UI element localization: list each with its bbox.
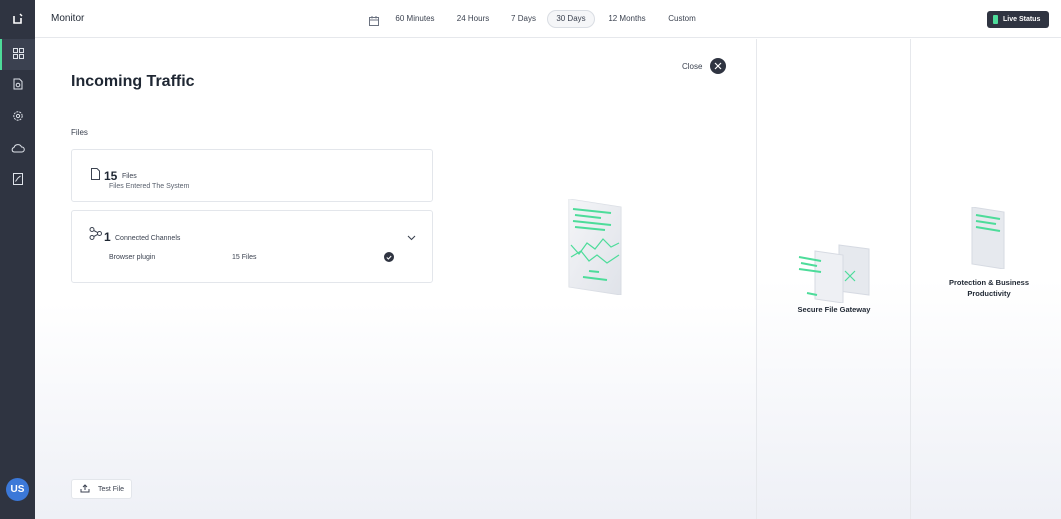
range-24-hours[interactable]: 24 Hours — [452, 10, 494, 28]
sidebar-item-settings[interactable] — [0, 102, 35, 133]
check-icon — [384, 252, 394, 262]
files-card: 15 Files Files Entered The System — [71, 149, 433, 202]
protection-illustration — [970, 206, 1006, 274]
test-file-label: Test File — [98, 485, 125, 493]
upload-icon — [80, 483, 90, 495]
app-logo[interactable] — [0, 0, 35, 38]
sidebar-item-cloud[interactable] — [0, 133, 35, 164]
close-button[interactable]: Close — [682, 58, 727, 74]
range-7-days[interactable]: 7 Days — [507, 10, 540, 28]
sidebar-item-reports[interactable] — [0, 165, 35, 196]
channel-files: 15 Files — [232, 254, 257, 261]
channels-icon — [89, 227, 102, 245]
files-section-label: Files — [71, 128, 88, 137]
close-label: Close — [682, 61, 703, 71]
range-12-months[interactable]: 12 Months — [603, 10, 651, 28]
sidebar-item-dashboard[interactable] — [0, 39, 35, 70]
channel-name: Browser plugin — [109, 254, 156, 261]
protection-label: Protection & Business Productivity — [948, 278, 1030, 298]
report-icon — [12, 172, 23, 190]
stage-secure-file-gateway[interactable]: Secure File Gateway — [756, 39, 910, 519]
calendar-icon[interactable] — [369, 13, 379, 31]
sidebar-item-files[interactable] — [0, 70, 35, 101]
battery-icon — [993, 15, 998, 24]
chevron-down-icon[interactable] — [407, 228, 416, 246]
stage-protection[interactable]: Protection & Business Productivity — [910, 39, 1061, 519]
sidebar: US — [0, 0, 35, 519]
file-icon — [91, 167, 100, 185]
channels-unit: Connected Channels — [115, 235, 181, 242]
cloud-icon — [11, 140, 25, 158]
channels-count: 1 — [104, 230, 111, 244]
gateway-illustration — [795, 241, 875, 308]
user-avatar[interactable]: US — [6, 478, 29, 501]
live-status-button[interactable]: Live Status — [987, 11, 1049, 28]
page-title: Monitor — [51, 13, 85, 24]
gear-icon — [12, 109, 24, 127]
files-count: 15 — [104, 169, 118, 183]
range-30-days[interactable]: 30 Days — [547, 10, 595, 28]
grid-icon — [13, 46, 24, 64]
incoming-traffic-panel: Incoming Traffic Close Files 15 Files Fi… — [35, 39, 756, 519]
range-60-minutes[interactable]: 60 Minutes — [390, 10, 440, 28]
file-check-icon — [13, 77, 23, 95]
files-unit: Files — [122, 173, 137, 180]
test-file-button[interactable]: Test File — [71, 479, 132, 499]
close-icon[interactable] — [710, 58, 727, 74]
top-bar: Monitor 60 Minutes 24 Hours 7 Days 30 Da… — [35, 0, 1061, 38]
channels-card[interactable]: 1 Connected Channels Browser plugin 15 F… — [71, 210, 433, 283]
panel-title: Incoming Traffic — [71, 73, 195, 90]
gateway-label: Secure File Gateway — [797, 305, 871, 314]
range-custom[interactable]: Custom — [662, 10, 702, 28]
files-description: Files Entered The System — [109, 183, 190, 190]
live-status-label: Live Status — [1003, 16, 1041, 23]
traffic-document-illustration — [565, 198, 625, 300]
